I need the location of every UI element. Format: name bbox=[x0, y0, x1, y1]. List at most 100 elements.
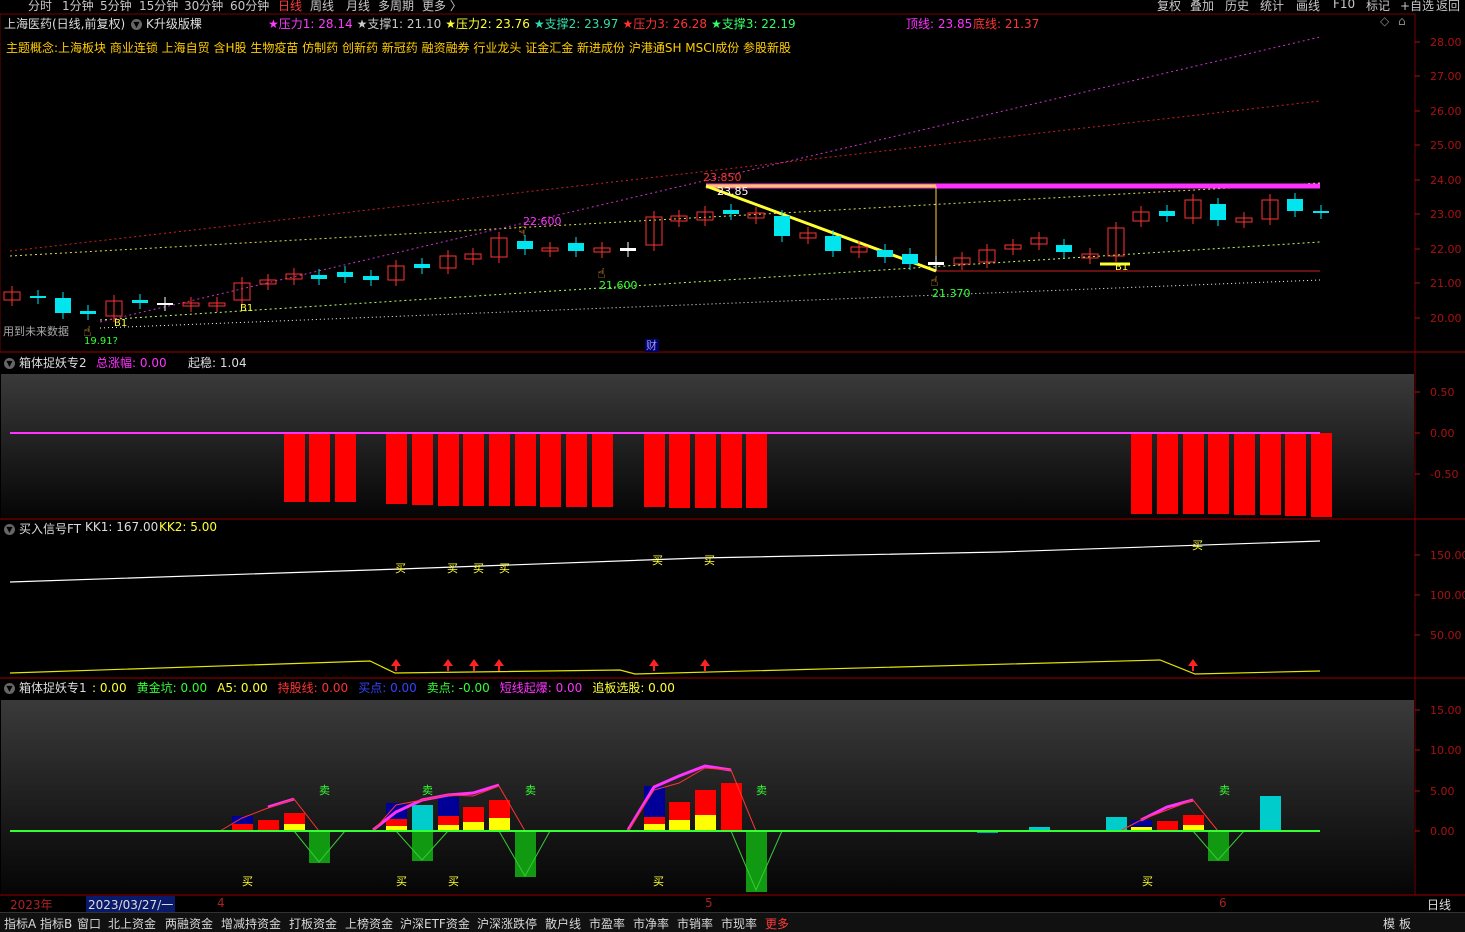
timeline-date: 2023/03/27/一 bbox=[86, 896, 176, 913]
panel2-bar bbox=[1260, 433, 1281, 515]
candle-body bbox=[337, 272, 353, 277]
panel2-bar bbox=[644, 433, 665, 507]
candle-body bbox=[157, 303, 173, 305]
panel2-bar bbox=[284, 433, 305, 502]
timeline-month-4: 4 bbox=[217, 896, 225, 910]
trendline-green bbox=[99, 241, 1321, 321]
panel3-menu[interactable]: ▼ 买入信号FT bbox=[4, 520, 81, 537]
bottom-tab-1[interactable]: 指标B bbox=[40, 915, 72, 932]
y-label: -0.50 bbox=[1430, 468, 1458, 481]
panel4-bar-segment bbox=[1260, 796, 1281, 831]
bottom-tab-2[interactable]: 窗口 bbox=[77, 915, 101, 932]
panel2-bar bbox=[438, 433, 459, 506]
bottom-tab-15[interactable]: 更多 bbox=[765, 915, 789, 932]
panel4-field-3: 持股线: 0.00 bbox=[277, 681, 349, 695]
y-label: 22.00 bbox=[1430, 243, 1462, 256]
label-high2: 23.85 bbox=[717, 185, 749, 198]
bottom-tab-0[interactable]: 指标A bbox=[4, 915, 36, 932]
candle-body bbox=[414, 264, 430, 268]
bottom-right-0[interactable]: 模 bbox=[1383, 915, 1395, 932]
hand-pointer-icon: ☝ bbox=[597, 266, 606, 282]
y-label: 10.00 bbox=[1430, 744, 1462, 757]
buy-signal-label: 买 bbox=[1192, 539, 1203, 552]
panel2-bar bbox=[1131, 433, 1152, 514]
y-label: 0.50 bbox=[1430, 386, 1455, 399]
buy-label: 买 bbox=[1142, 875, 1153, 888]
panel3-name: 买入信号FT bbox=[19, 522, 82, 536]
candle-body bbox=[363, 276, 379, 280]
panel4-bar-segment bbox=[1157, 821, 1178, 831]
sell-label: 卖 bbox=[1219, 784, 1230, 797]
panel4-bar-segment bbox=[232, 816, 253, 824]
panel4-menu[interactable]: ▼ 箱体捉妖专1 bbox=[4, 679, 87, 696]
dropdown-icon: ▼ bbox=[4, 683, 15, 694]
panel4-bar-segment bbox=[258, 820, 279, 831]
sell-label: 卖 bbox=[319, 784, 330, 797]
timeline-month-5: 5 bbox=[705, 896, 713, 910]
panel2-bar bbox=[412, 433, 433, 505]
bottom-tab-3[interactable]: 北上资金 bbox=[108, 915, 156, 932]
panel4-bar-segment bbox=[232, 824, 253, 831]
bottom-tab-9[interactable]: 沪深涨跌停 bbox=[477, 915, 537, 932]
candle-body bbox=[825, 236, 841, 251]
bottom-tab-8[interactable]: 沪深ETF资金 bbox=[400, 915, 470, 932]
bottom-tabbar: 指标A 指标B 窗口 北上资金 两融资金 增减持资金 打板资金 上榜资金 沪深ETF资金 沪深涨跌… bbox=[0, 912, 1465, 932]
panel4-bar-segment bbox=[463, 807, 484, 822]
y-label: 26.00 bbox=[1430, 105, 1462, 118]
kk2-line bbox=[9, 659, 1321, 675]
candle-body bbox=[774, 216, 790, 236]
timeline-period[interactable]: 日线 bbox=[1427, 896, 1451, 913]
fin-mark: 财 bbox=[646, 338, 657, 352]
panel4-bar-segment bbox=[284, 824, 305, 831]
y-label: 15.00 bbox=[1430, 704, 1462, 717]
y-label: 21.00 bbox=[1430, 277, 1462, 290]
hand-pointer-icon: ☟ bbox=[518, 224, 527, 240]
panel2-bar bbox=[1285, 433, 1306, 516]
candle-body bbox=[1313, 211, 1329, 213]
panel2-bar bbox=[463, 433, 484, 506]
bottom-tab-4[interactable]: 两融资金 bbox=[165, 915, 213, 932]
panel2-bar bbox=[489, 433, 510, 506]
hand-pointer-icon: ☝ bbox=[83, 324, 92, 340]
panel4-bar-segment bbox=[438, 816, 459, 825]
panel4-bar-segment bbox=[695, 815, 716, 831]
panel2-bar bbox=[1183, 433, 1204, 514]
hand-pointer-icon: ☝ bbox=[930, 274, 939, 290]
panel2-bar bbox=[695, 433, 716, 508]
y-label: 27.00 bbox=[1430, 70, 1462, 83]
panel2-field2: 起稳: 1.04 bbox=[188, 356, 247, 370]
bottom-tab-12[interactable]: 市净率 bbox=[633, 915, 669, 932]
bottom-tab-7[interactable]: 上榜资金 bbox=[345, 915, 393, 932]
panel2-menu[interactable]: ▼ 箱体捉妖专2 bbox=[4, 354, 87, 371]
label-mid: 22.600 bbox=[523, 215, 562, 228]
candle-body bbox=[55, 298, 71, 313]
buy-signal-label: 买 bbox=[652, 554, 663, 567]
bottom-tab-14[interactable]: 市现率 bbox=[721, 915, 757, 932]
y-label: 0.00 bbox=[1430, 825, 1455, 838]
sell-label: 卖 bbox=[422, 784, 433, 797]
timeline-year: 2023年 bbox=[10, 898, 53, 912]
bottom-right-1[interactable]: 板 bbox=[1399, 915, 1411, 932]
dropdown-icon: ▼ bbox=[4, 358, 15, 369]
candle-body bbox=[723, 210, 739, 214]
bottom-tab-5[interactable]: 增减持资金 bbox=[221, 915, 281, 932]
y-label: 50.00 bbox=[1430, 629, 1462, 642]
candle-body bbox=[620, 248, 636, 251]
panel4-bar-segment bbox=[489, 818, 510, 831]
panel4-field-0: : 0.00 bbox=[92, 681, 127, 695]
candle-body bbox=[1159, 211, 1175, 216]
bottom-tab-6[interactable]: 打板资金 bbox=[289, 915, 337, 932]
bottom-tab-10[interactable]: 散户线 bbox=[545, 915, 581, 932]
panel2-bar bbox=[309, 433, 330, 502]
panel4-sell-bar bbox=[746, 831, 767, 892]
bottom-tab-11[interactable]: 市盈率 bbox=[589, 915, 625, 932]
panel4-sell-bar bbox=[412, 831, 433, 861]
timeline: 2023年 2023/03/27/一 4 5 6 日线 bbox=[0, 896, 1465, 913]
panel3-kk1: KK1: 167.00 bbox=[85, 520, 159, 534]
buy-signal-label: 买 bbox=[395, 562, 406, 575]
candle-body bbox=[80, 311, 96, 314]
panel4-sell-bar bbox=[309, 831, 330, 863]
panel4-field-7: 追板选股: 0.00 bbox=[592, 681, 675, 695]
bottom-tab-13[interactable]: 市销率 bbox=[677, 915, 713, 932]
candle-body bbox=[902, 254, 918, 264]
